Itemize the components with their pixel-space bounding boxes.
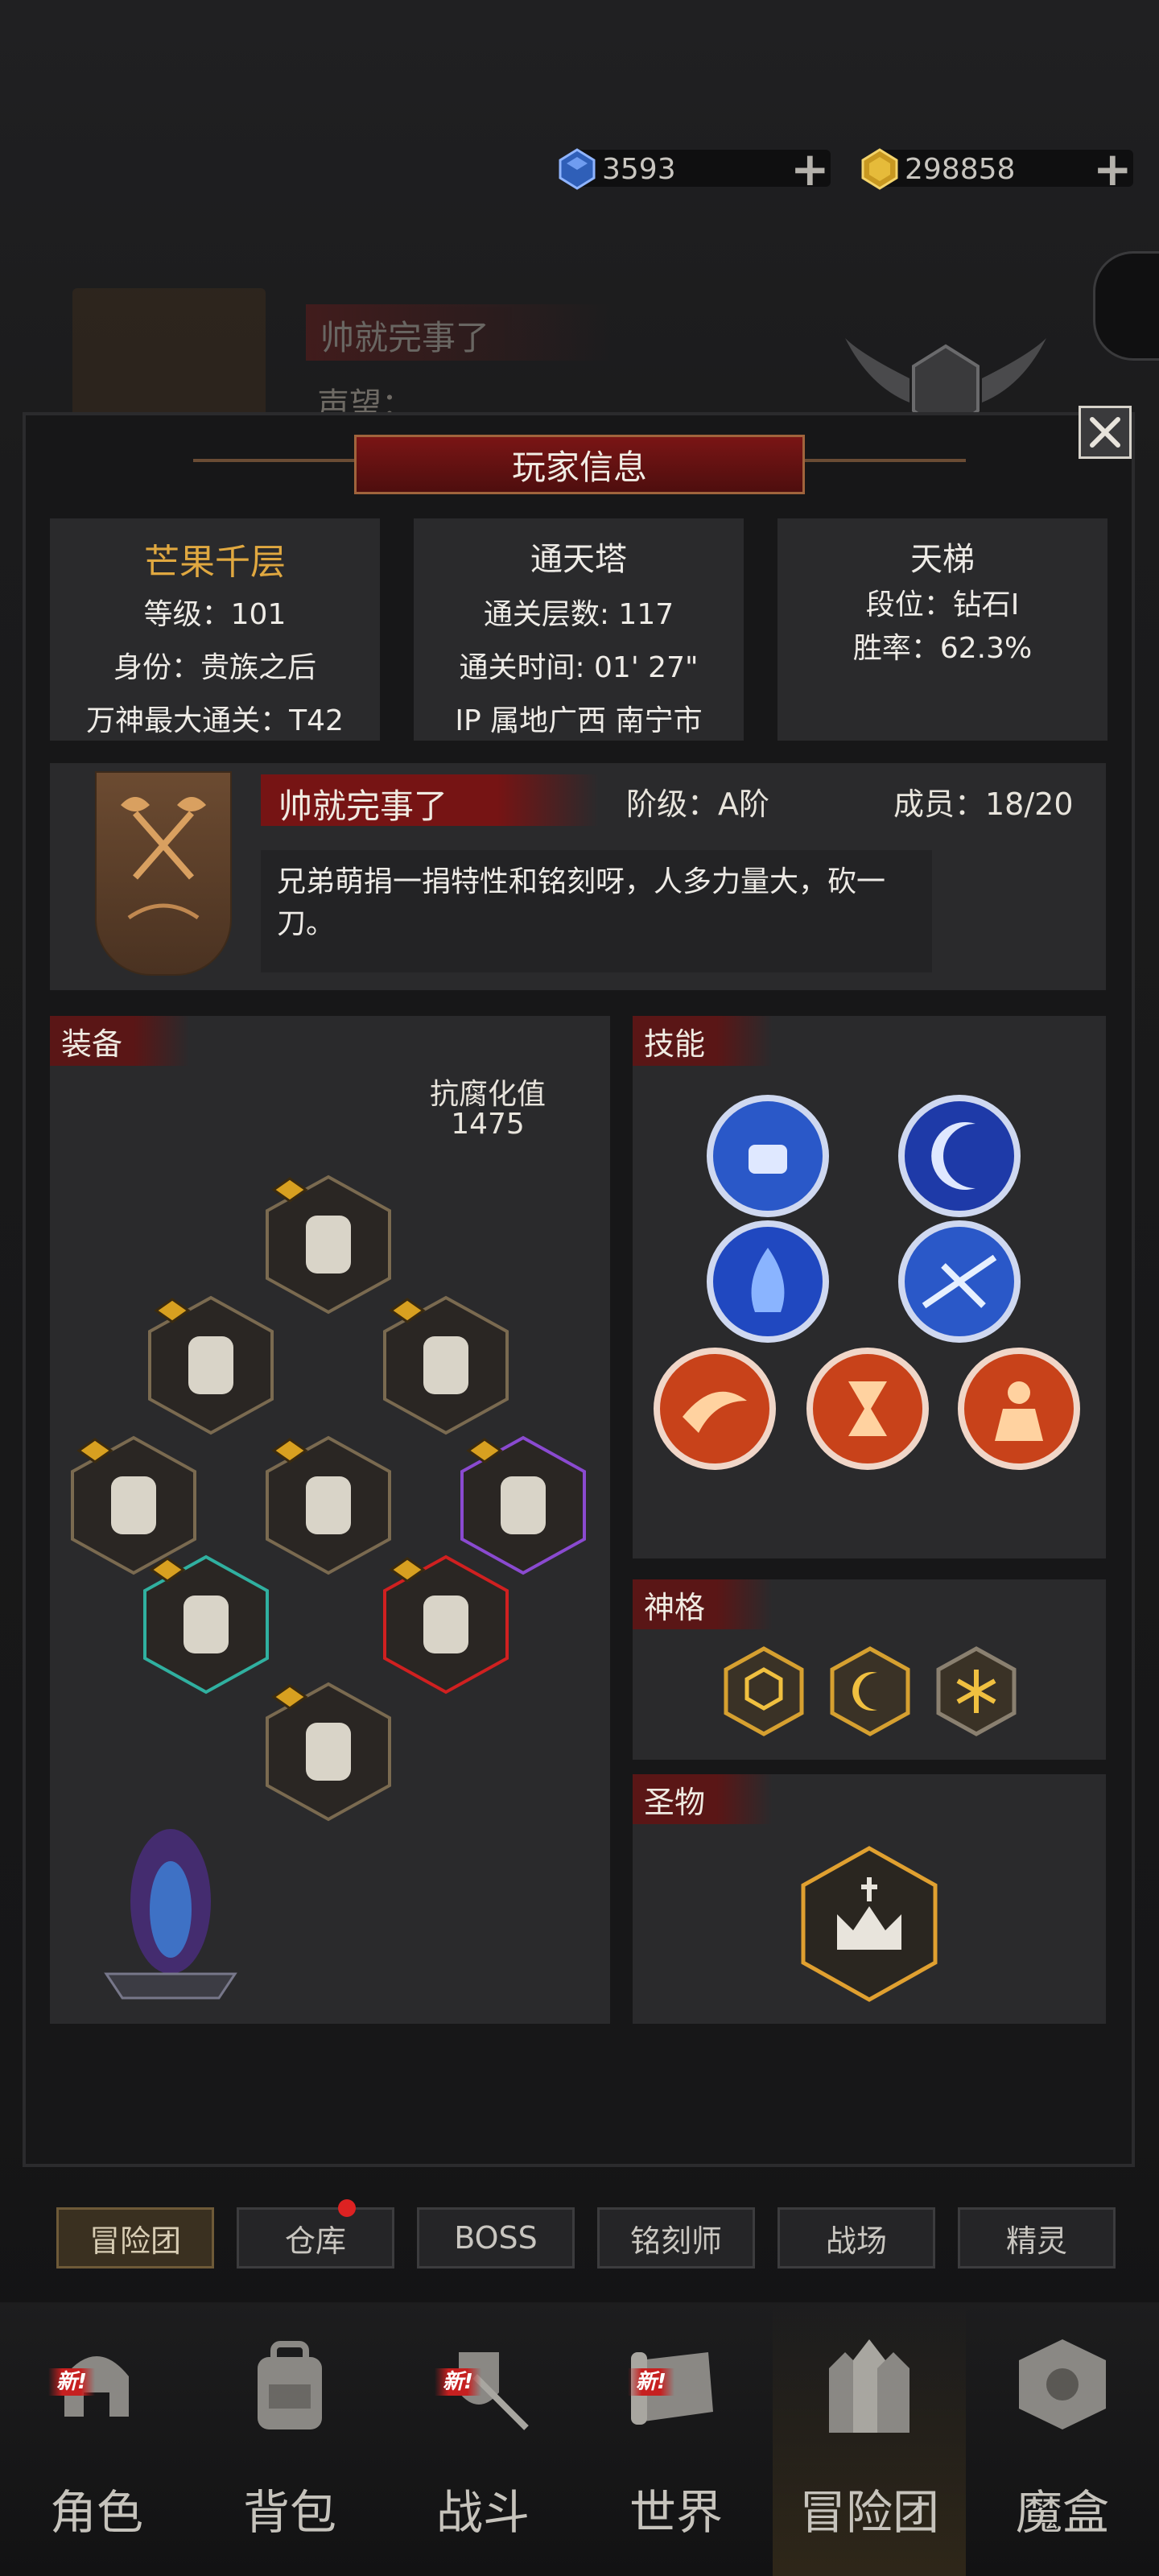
godhood-label: 神格 (633, 1579, 773, 1629)
gem-resource: 3593 (555, 143, 676, 195)
resource-bar: 3593 + 298858 + (0, 129, 1159, 209)
armor-icon[interactable] (262, 1435, 394, 1576)
tower-card: 通天塔 通关层数: 117 通关时间: 01' 27" IP 属地广西 南宁市 (414, 518, 744, 741)
ladder-title: 天梯 (910, 541, 975, 578)
god-cube-icon[interactable] (721, 1645, 806, 1737)
tower-title: 通天塔 (530, 541, 627, 578)
gem-icon (559, 148, 596, 190)
skill-rage-icon[interactable] (955, 1344, 1083, 1473)
nav-magic-box[interactable]: 魔盒 (966, 2302, 1159, 2576)
player-pantheon: 万神最大通关：T42 (86, 704, 344, 737)
skill-fire-swirl-icon[interactable] (650, 1344, 779, 1473)
staff-left-icon[interactable] (140, 1554, 272, 1695)
new-badge: 新! (628, 2368, 674, 2396)
gauntlet-icon[interactable] (145, 1294, 277, 1436)
skill-fist-icon[interactable] (703, 1092, 832, 1220)
skills-label: 技能 (633, 1016, 773, 1066)
scarf-icon[interactable] (262, 1174, 394, 1315)
nav-adventure-group[interactable]: 冒险团 (773, 2302, 966, 2576)
close-button[interactable] (1079, 406, 1132, 459)
tab-boss[interactable]: BOSS (417, 2207, 575, 2268)
guild-members: 成员：18/20 (893, 786, 1074, 822)
ladder-card: 天梯 段位：钻石I 胜率：62.3% (777, 518, 1107, 741)
backpack-icon (258, 2341, 322, 2429)
gold-add-button[interactable]: + (1093, 143, 1132, 195)
god-moon-icon[interactable] (827, 1645, 913, 1737)
gold-resource: 298858 (858, 143, 1015, 195)
tab-adventure-group[interactable]: 冒险团 (56, 2207, 214, 2268)
castle-icon (829, 2339, 909, 2433)
tower-time: 通关时间: 01' 27" (459, 651, 699, 684)
background-guild-name: 帅就完事了 (306, 304, 612, 361)
crossed-axes-icon (121, 797, 206, 920)
guild-tier: 阶级：A阶 (626, 786, 769, 822)
tab-battlefield[interactable]: 战场 (777, 2207, 935, 2268)
staff-right-icon[interactable] (380, 1554, 512, 1695)
guild-tabs: 冒险团 仓库 BOSS 铭刻师 战场 精灵 (56, 2199, 1119, 2272)
equipment-label: 装备 (50, 1016, 190, 1066)
resist-value: 1475 (451, 1108, 525, 1141)
player-level: 等级：101 (143, 598, 287, 631)
godhood-panel: 神格 (633, 1579, 1106, 1760)
equipment-panel: 装备 抗腐化值 1475 (50, 1016, 610, 2024)
nav-label: 角色 (49, 2485, 143, 2540)
boots-icon[interactable] (262, 1681, 394, 1823)
nav-label: 战斗 (435, 2485, 530, 2540)
guild-banner (95, 771, 232, 976)
gold-icon (861, 148, 898, 190)
nav-label: 世界 (629, 2485, 723, 2540)
god-star-icon[interactable] (934, 1645, 1019, 1737)
player-name: 芒果千层 (144, 542, 286, 583)
skill-blue-flame-icon[interactable] (703, 1217, 832, 1346)
side-round-button[interactable] (1093, 251, 1159, 361)
nav-world[interactable]: 新! 世界 (580, 2302, 773, 2576)
gem-value: 3593 (602, 152, 676, 186)
nav-bag[interactable]: 背包 (193, 2302, 386, 2576)
nav-label: 冒险团 (798, 2485, 939, 2540)
tower-ip: IP 属地广西 南宁市 (455, 704, 703, 737)
nav-battle[interactable]: 新! 战斗 (386, 2302, 580, 2576)
gem-add-button[interactable]: + (790, 143, 830, 195)
ladder-rank: 段位：钻石I (865, 588, 1020, 621)
warehouse-notification-dot (338, 2199, 356, 2217)
title-wing-left (193, 459, 362, 462)
skill-hourglass-icon[interactable] (803, 1344, 932, 1473)
skill-moon-icon[interactable] (895, 1092, 1024, 1220)
ring-icon[interactable] (380, 1294, 512, 1436)
new-badge: 新! (435, 2368, 481, 2396)
tower-floors: 通关层数: 117 (483, 598, 674, 631)
ladder-winrate: 胜率：62.3% (852, 632, 1033, 665)
guild-name-ribbon: 帅就完事了 (261, 774, 599, 826)
corruption-altar-icon (104, 1829, 237, 2000)
nav-label: 背包 (242, 2485, 336, 2540)
guild-name: 帅就完事了 (278, 786, 448, 826)
new-badge: 新! (48, 2368, 95, 2396)
relic-panel: 圣物 (633, 1774, 1106, 2024)
modal-title: 玩家信息 (354, 435, 805, 494)
skills-panel: 技能 (633, 1016, 1106, 1558)
player-identity: 身份：贵族之后 (113, 651, 316, 684)
bottom-nav: 新! 角色 背包 新! 战斗 新! 世界 冒险团 魔盒 (0, 2302, 1159, 2576)
tab-engraver[interactable]: 铭刻师 (597, 2207, 755, 2268)
player-card: 芒果千层 等级：101 身份：贵族之后 万神最大通关：T42 (50, 518, 380, 741)
nav-label: 魔盒 (1015, 2485, 1109, 2540)
resist-label: 抗腐化值 (429, 1078, 546, 1111)
background-guild-name-text: 帅就完事了 (320, 318, 490, 357)
title-wing-right (797, 459, 966, 462)
cube-box-icon (1019, 2339, 1106, 2429)
close-icon (1090, 417, 1120, 448)
skill-lightning-icon[interactable] (895, 1217, 1024, 1346)
tab-warehouse[interactable]: 仓库 (237, 2207, 394, 2268)
nav-character[interactable]: 新! 角色 (0, 2302, 193, 2576)
tab-spirit[interactable]: 精灵 (958, 2207, 1116, 2268)
relic-crown-icon[interactable] (798, 1845, 940, 2003)
background-guild-banner (72, 288, 266, 433)
relic-label: 圣物 (633, 1774, 773, 1824)
guild-motto: 兄弟萌捐一捐特性和铭刻呀，人多力量大，砍一刀。 (261, 850, 932, 972)
guild-card: 帅就完事了 阶级：A阶 成员：18/20 兄弟萌捐一捐特性和铭刻呀，人多力量大，… (50, 763, 1106, 990)
gold-value: 298858 (905, 152, 1016, 186)
